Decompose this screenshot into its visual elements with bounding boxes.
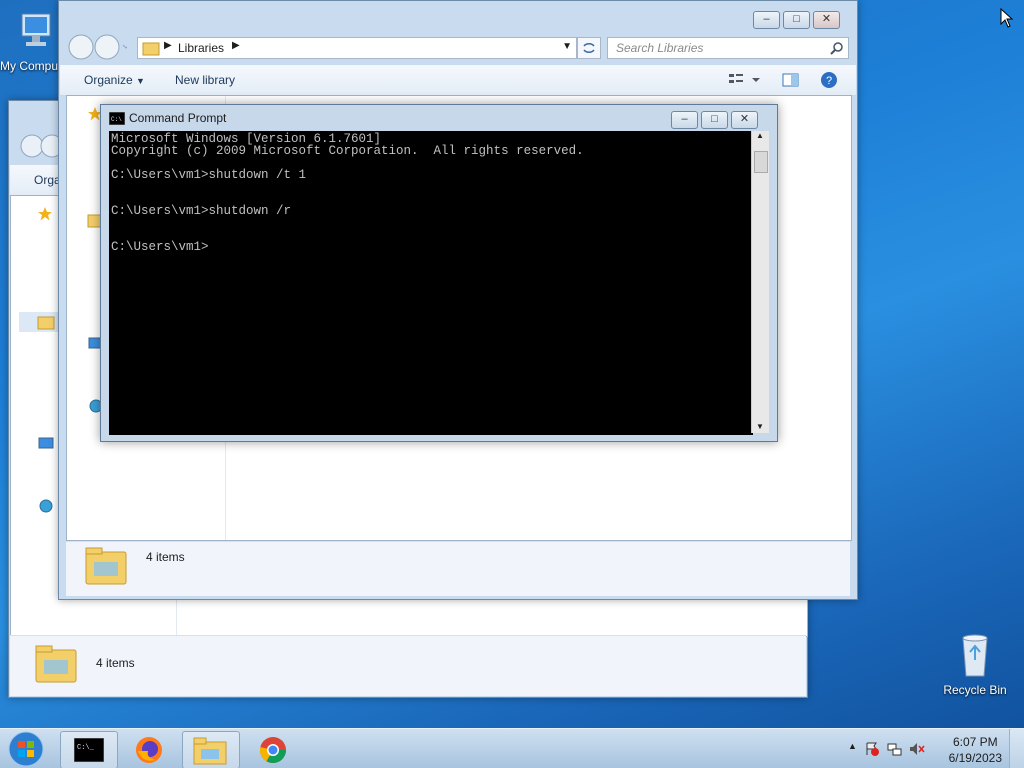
minimize-icon: – xyxy=(681,113,688,125)
system-tray: ▲ 6:07 PM 6/19/2023 xyxy=(834,729,1024,768)
preview-pane-icon[interactable] xyxy=(782,72,800,88)
cmd-console-output[interactable]: Microsoft Windows [Version 6.1.7601] Copy… xyxy=(109,131,753,435)
back-organize-button[interactable]: Orga xyxy=(34,173,61,187)
network-icon[interactable] xyxy=(886,741,902,757)
console-line: C:\Users\vm1> xyxy=(111,240,209,254)
new-library-button[interactable]: New library xyxy=(175,73,235,87)
back-status-bar: 4 items xyxy=(10,635,806,696)
show-desktop-button[interactable] xyxy=(1009,729,1024,768)
search-box[interactable]: Search Libraries xyxy=(607,37,849,59)
scroll-down-icon[interactable]: ▼ xyxy=(756,422,764,431)
taskbar: C:\_ ▲ 6:07 PM 6/19/2023 xyxy=(0,728,1024,768)
recycle-bin-icon xyxy=(962,634,988,677)
console-line: C:\Users\vm1>shutdown /r xyxy=(111,204,292,218)
search-icon xyxy=(830,42,843,55)
refresh-icon xyxy=(583,43,595,53)
libraries-large-icon xyxy=(85,547,127,585)
cmd-close-button[interactable]: ✕ xyxy=(731,111,758,129)
taskbar-windows-explorer[interactable] xyxy=(182,731,240,768)
explorer-folder-icon xyxy=(193,737,227,765)
explorer-caption-buttons: – □ ✕ xyxy=(753,11,840,29)
back-forward-icon xyxy=(68,34,130,60)
clock-date: 6/19/2023 xyxy=(948,751,1002,765)
maximize-icon: □ xyxy=(711,113,718,125)
minimize-button[interactable]: – xyxy=(753,11,780,29)
libraries-folder-icon xyxy=(37,316,55,330)
taskbar-command-prompt[interactable]: C:\_ xyxy=(60,731,118,768)
breadcrumb-separator-icon: ▶ xyxy=(164,40,172,51)
cmd-scrollbar[interactable]: ▲ ▼ xyxy=(751,131,769,433)
maximize-icon: □ xyxy=(793,13,800,25)
close-button[interactable]: ✕ xyxy=(813,11,840,29)
command-prompt-window[interactable]: C:\ Command Prompt – □ ✕ Microsoft Windo… xyxy=(100,104,778,442)
clock-time: 6:07 PM xyxy=(952,735,998,749)
chrome-icon xyxy=(259,737,287,764)
help-icon[interactable]: ? xyxy=(820,71,838,89)
cmd-caption-buttons: – □ ✕ xyxy=(671,111,758,129)
cmd-minimize-button[interactable]: – xyxy=(671,111,698,129)
close-icon: ✕ xyxy=(739,113,750,125)
nav-buttons[interactable] xyxy=(67,33,130,61)
status-bar: 4 items xyxy=(66,541,850,596)
computer-small-icon xyxy=(38,437,54,449)
maximize-button[interactable]: □ xyxy=(783,11,810,29)
libraries-large-icon xyxy=(35,645,77,683)
back-item-count: 4 items xyxy=(96,656,135,670)
breadcrumb-libraries[interactable]: Libraries xyxy=(178,41,224,55)
cmd-maximize-button[interactable]: □ xyxy=(701,111,728,129)
address-bar[interactable]: ▶ Libraries ▶ ▼ xyxy=(137,37,577,59)
search-input[interactable]: Search Libraries xyxy=(616,41,703,55)
svg-text:C:\: C:\ xyxy=(111,116,122,123)
libraries-folder-icon xyxy=(142,42,160,56)
address-dropdown-icon[interactable]: ▼ xyxy=(562,41,572,52)
back-forward-icon xyxy=(20,134,64,158)
show-hidden-icons-button[interactable]: ▲ xyxy=(848,741,857,751)
organize-dropdown-icon: ▼ xyxy=(136,76,145,86)
computer-icon xyxy=(21,13,51,46)
action-center-icon[interactable] xyxy=(864,741,880,757)
back-nav-buttons[interactable] xyxy=(19,133,64,159)
taskbar-firefox[interactable] xyxy=(122,731,178,767)
view-options-icon[interactable] xyxy=(728,72,762,88)
volume-muted-icon[interactable] xyxy=(908,741,926,757)
favorites-star-icon xyxy=(38,207,52,221)
item-count: 4 items xyxy=(146,550,185,564)
my-computer-label: My Computer xyxy=(0,59,73,73)
console-line: Copyright (c) 2009 Microsoft Corporation… xyxy=(111,144,584,158)
windows-start-icon xyxy=(8,731,44,767)
close-icon: ✕ xyxy=(821,13,832,25)
firefox-icon xyxy=(136,737,162,763)
clock[interactable]: 6:07 PM 6/19/2023 xyxy=(949,734,1002,766)
minimize-icon: – xyxy=(763,13,770,25)
cmd-icon: C:\ xyxy=(109,112,125,125)
cmd-icon: C:\_ xyxy=(74,738,104,762)
mouse-cursor-icon xyxy=(1000,8,1014,28)
svg-text:?: ? xyxy=(826,75,832,87)
scroll-up-icon[interactable]: ▲ xyxy=(756,131,764,140)
command-bar: Organize ▼ New library ? xyxy=(60,65,856,96)
breadcrumb-chevron-icon[interactable]: ▶ xyxy=(232,40,240,51)
my-computer-icon[interactable]: My Computer xyxy=(0,8,73,73)
console-line: C:\Users\vm1>shutdown /t 1 xyxy=(111,168,307,182)
organize-button[interactable]: Organize ▼ xyxy=(84,73,145,87)
cmd-title: Command Prompt xyxy=(129,111,227,125)
scroll-thumb[interactable] xyxy=(754,151,768,173)
network-small-icon xyxy=(39,499,53,513)
refresh-button[interactable] xyxy=(577,37,601,59)
taskbar-chrome[interactable] xyxy=(246,731,302,767)
svg-text:C:\_: C:\_ xyxy=(77,744,95,752)
recycle-bin[interactable]: Recycle Bin xyxy=(942,630,1008,697)
recycle-bin-label: Recycle Bin xyxy=(943,683,1007,697)
start-button[interactable] xyxy=(6,730,46,768)
